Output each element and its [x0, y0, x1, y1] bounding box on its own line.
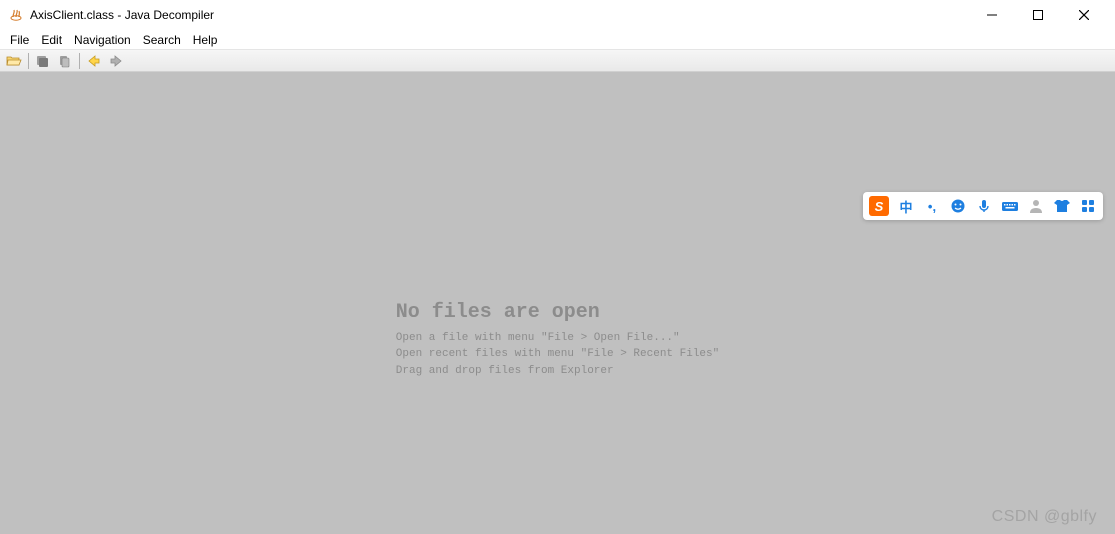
- ime-toolbar[interactable]: S 中 •,: [863, 192, 1103, 220]
- empty-state: No files are open Open a file with menu …: [396, 301, 719, 380]
- empty-state-title: No files are open: [396, 301, 719, 324]
- copy-icon[interactable]: [55, 52, 75, 70]
- close-button[interactable]: [1061, 0, 1107, 30]
- menu-edit[interactable]: Edit: [35, 31, 68, 49]
- toolbar-separator: [28, 53, 29, 69]
- menu-help[interactable]: Help: [187, 31, 224, 49]
- titlebar: AxisClient.class - Java Decompiler: [0, 0, 1115, 30]
- toolbar-separator: [79, 53, 80, 69]
- window-title: AxisClient.class - Java Decompiler: [30, 8, 214, 22]
- open-file-icon[interactable]: [4, 52, 24, 70]
- minimize-button[interactable]: [969, 0, 1015, 30]
- watermark: CSDN @gblfy: [992, 508, 1097, 526]
- ime-mic-icon[interactable]: [975, 197, 993, 215]
- menu-navigation[interactable]: Navigation: [68, 31, 137, 49]
- empty-state-hint: Open recent files with menu "File > Rece…: [396, 346, 719, 363]
- app-icon: [8, 7, 24, 23]
- forward-icon[interactable]: [106, 52, 126, 70]
- maximize-button[interactable]: [1015, 0, 1061, 30]
- empty-state-hint: Open a file with menu "File > Open File.…: [396, 330, 719, 347]
- content-area: No files are open Open a file with menu …: [0, 72, 1115, 534]
- back-icon[interactable]: [84, 52, 104, 70]
- ime-keyboard-icon[interactable]: [1001, 197, 1019, 215]
- menu-file[interactable]: File: [4, 31, 35, 49]
- ime-emoji-icon[interactable]: [949, 197, 967, 215]
- ime-grid-icon[interactable]: [1079, 197, 1097, 215]
- ime-punct-icon[interactable]: •,: [923, 197, 941, 215]
- empty-state-hint: Drag and drop files from Explorer: [396, 363, 719, 380]
- menubar: File Edit Navigation Search Help: [0, 30, 1115, 50]
- app-window: AxisClient.class - Java Decompiler File …: [0, 0, 1115, 534]
- ime-logo-icon[interactable]: S: [869, 196, 889, 216]
- toolbar: [0, 50, 1115, 72]
- ime-person-icon[interactable]: [1027, 197, 1045, 215]
- ime-lang-icon[interactable]: 中: [897, 197, 915, 215]
- ime-skin-icon[interactable]: [1053, 197, 1071, 215]
- menu-search[interactable]: Search: [137, 31, 187, 49]
- save-all-icon[interactable]: [33, 52, 53, 70]
